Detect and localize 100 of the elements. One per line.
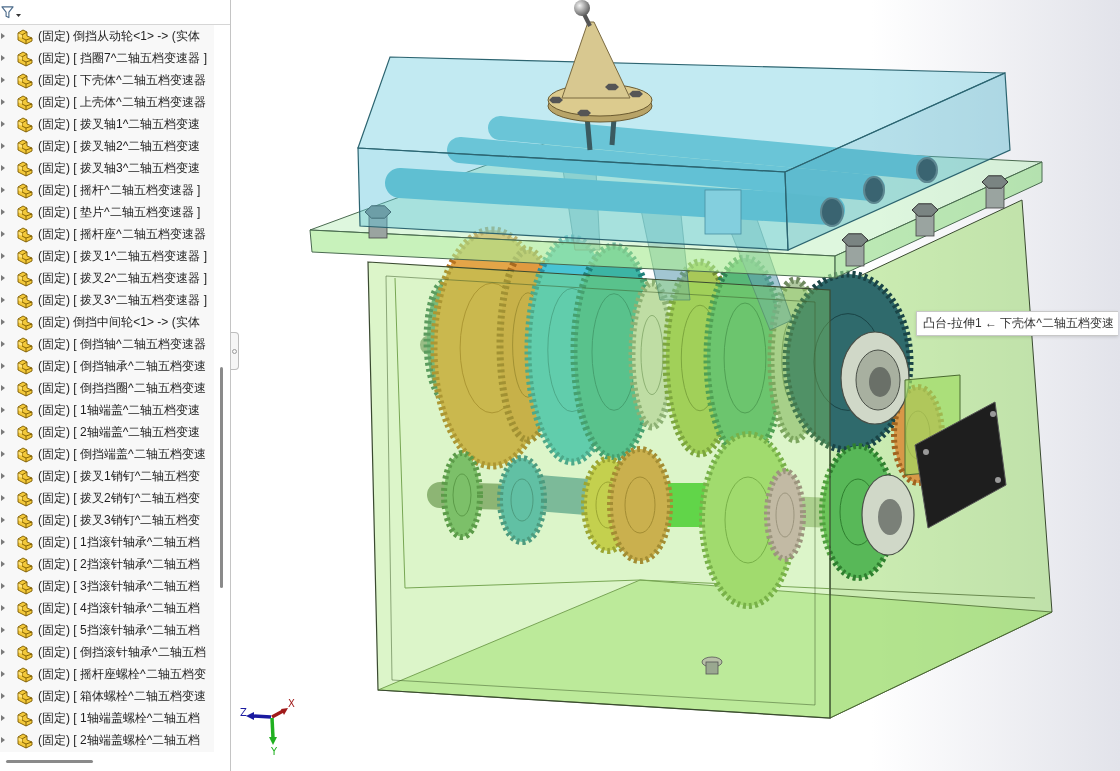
expand-arrow-icon[interactable] [1,736,5,744]
tree-item[interactable]: (固定) [ 摇杆座螺栓^二轴五档变 [38,666,206,682]
expand-arrow-icon[interactable] [1,296,5,304]
tree-item[interactable]: (固定) [ 上壳体^二轴五档变速器 [38,94,206,110]
tree-item[interactable]: (固定) [ 下壳体^二轴五档变速器 [38,72,206,88]
expand-arrow-icon[interactable] [1,626,5,634]
expand-arrow-icon[interactable] [1,582,5,590]
tree-item[interactable]: (固定) [ 5挡滚针轴承^二轴五档 [38,622,201,638]
part-block-icon [16,181,34,199]
expand-arrow-icon[interactable] [1,142,5,150]
part-block-icon [16,555,34,573]
y-axis-arrow [269,717,277,745]
tree-item[interactable]: (固定) [ 拨叉轴1^二轴五档变速 [38,116,201,132]
part-block-icon [16,445,34,463]
tree-item[interactable]: (固定) [ 摇杆^二轴五档变速器 ] [38,182,201,198]
expand-arrow-icon[interactable] [1,538,5,546]
tree-item[interactable]: (固定) [ 拨叉2销钉^二轴五档变 [38,490,201,506]
expand-arrow-icon[interactable] [1,98,5,106]
tree-item[interactable]: (固定) [ 倒挡挡圈^二轴五档变速 [38,380,206,396]
part-block-icon [16,731,34,749]
part-block-icon [16,357,34,375]
expand-arrow-icon[interactable] [1,318,5,326]
tree-item[interactable]: (固定) [ 2轴端盖螺栓^二轴五档 [38,732,201,748]
part-block-icon [16,203,34,221]
tree-item[interactable]: (固定) [ 1轴端盖^二轴五档变速 [38,402,201,418]
tree-item[interactable]: (固定) [ 2挡滚针轴承^二轴五档 [38,556,201,572]
expand-arrow-icon[interactable] [1,560,5,568]
expand-arrow-icon[interactable] [1,362,5,370]
expand-arrow-icon[interactable] [1,670,5,678]
expand-arrow-icon[interactable] [1,384,5,392]
expand-arrow-icon[interactable] [1,406,5,414]
horizontal-scrollbar[interactable] [6,760,93,763]
part-block-icon [16,335,34,353]
expand-arrow-icon[interactable] [1,604,5,612]
tree-item[interactable]: (固定) [ 倒挡轴^二轴五档变速器 [38,336,206,352]
tree-item[interactable]: (固定) [ 2轴端盖^二轴五档变速 [38,424,201,440]
part-block-icon [16,225,34,243]
part-block-icon [16,577,34,595]
expand-arrow-icon[interactable] [1,494,5,502]
vertical-scrollbar[interactable] [220,367,223,588]
x-axis-label: X [288,698,295,709]
tree-item[interactable]: (固定) [ 箱体螺栓^二轴五档变速 [38,688,206,704]
tree-item[interactable]: (固定) [ 倒挡滚针轴承^二轴五档 [38,644,206,660]
tree-item[interactable]: (固定) [ 拨叉1^二轴五档变速器 ] [38,248,207,264]
expand-arrow-icon[interactable] [1,714,5,722]
part-block-icon [16,247,34,265]
tree-item[interactable]: (固定) [ 1挡滚针轴承^二轴五档 [38,534,201,550]
part-block-icon [16,423,34,441]
tree-item[interactable]: (固定) [ 拨叉3^二轴五档变速器 ] [38,292,207,308]
expand-arrow-icon[interactable] [1,186,5,194]
part-block-icon [16,533,34,551]
tree-item[interactable]: (固定) [ 4挡滚针轴承^二轴五档 [38,600,201,616]
y-axis-label: Y [271,746,278,757]
tree-item[interactable]: (固定) [ 倒挡端盖^二轴五档变速 [38,446,206,462]
expand-arrow-icon[interactable] [1,648,5,656]
expand-arrow-icon[interactable] [1,76,5,84]
filter-button[interactable] [0,3,23,21]
expand-arrow-icon[interactable] [1,692,5,700]
expand-arrow-icon[interactable] [1,516,5,524]
part-block-icon [16,599,34,617]
tree-item[interactable]: (固定) [ 拨叉3销钉^二轴五档变 [38,512,201,528]
expand-arrow-icon[interactable] [1,32,5,40]
tree-item[interactable]: (固定) [ 倒挡轴承^二轴五档变速 [38,358,206,374]
part-block-icon [16,49,34,67]
part-block-icon [16,379,34,397]
expand-arrow-icon[interactable] [1,274,5,282]
tree-item[interactable]: (固定) [ 拨叉2^二轴五档变速器 ] [38,270,207,286]
expand-arrow-icon[interactable] [1,164,5,172]
z-axis-label: Z [240,707,247,718]
expand-arrow-icon[interactable] [1,230,5,238]
expand-arrow-icon[interactable] [1,120,5,128]
tree-item[interactable]: (固定) [ 摇杆座^二轴五档变速器 [38,226,206,242]
part-block-icon [16,401,34,419]
part-block-icon [16,27,34,45]
tree-item[interactable]: (固定) 倒挡中间轮<1> -> (实体 [38,314,200,330]
tree-item[interactable]: (固定) [ 拨叉轴3^二轴五档变速 [38,160,201,176]
tree-item[interactable]: (固定) [ 3挡滚针轴承^二轴五档 [38,578,201,594]
expand-arrow-icon[interactable] [1,252,5,260]
expand-arrow-icon[interactable] [1,208,5,216]
expand-arrow-icon[interactable] [1,54,5,62]
tree-item[interactable]: (固定) [ 垫片^二轴五档变速器 ] [38,204,201,220]
part-block-icon [16,313,34,331]
x-axis-arrow [271,708,288,719]
expand-arrow-icon[interactable] [1,340,5,348]
expand-arrow-icon[interactable] [1,472,5,480]
part-block-icon [16,93,34,111]
tree-item[interactable]: (固定) [ 拨叉1销钉^二轴五档变 [38,468,201,484]
tree-item[interactable]: (固定) [ 1轴端盖螺栓^二轴五档 [38,710,201,726]
expand-arrow-icon[interactable] [1,428,5,436]
part-block-icon [16,687,34,705]
filter-icon [1,5,14,19]
part-block-icon [16,115,34,133]
tree-item[interactable]: (固定) [ 拨叉轴2^二轴五档变速 [38,138,201,154]
tree-item[interactable]: (固定) [ 挡圈7^二轴五档变速器 ] [38,50,207,66]
splitter-handle[interactable] [231,332,239,370]
part-block-icon [16,291,34,309]
z-axis-arrow [246,712,272,720]
part-block-icon [16,269,34,287]
expand-arrow-icon[interactable] [1,450,5,458]
tree-item[interactable]: (固定) 倒挡从动轮<1> -> (实体 [38,28,200,44]
